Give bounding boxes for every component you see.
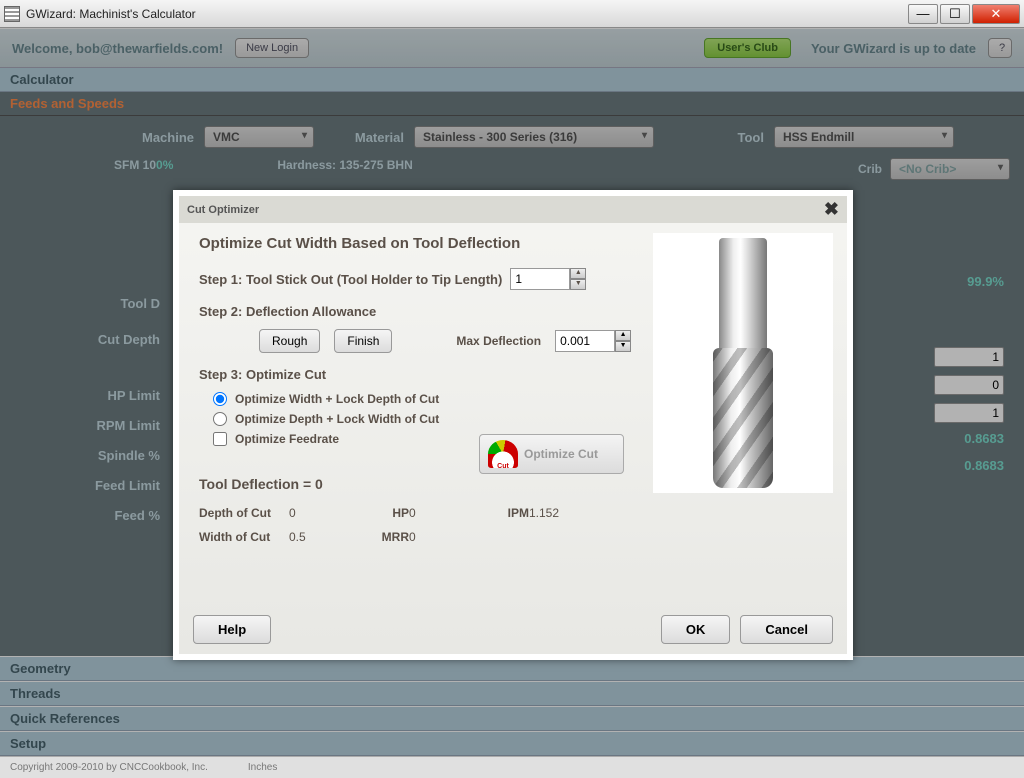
stickout-up[interactable]: ▲	[570, 268, 586, 279]
hp-limit-label: HP Limit	[20, 388, 160, 418]
cut-depth-label: Cut Depth	[20, 332, 160, 388]
crib-label: Crib	[858, 162, 882, 176]
footer: Copyright 2009-2010 by CNCCookbook, Inc.…	[0, 756, 1024, 778]
rpm-limit-input[interactable]	[934, 375, 1004, 395]
app-icon	[4, 6, 20, 22]
dialog-ok-button[interactable]: OK	[661, 615, 731, 644]
new-login-button[interactable]: New Login	[235, 38, 309, 58]
dialog-titlebar: Cut Optimizer ✖	[179, 196, 847, 223]
feed-limit-val: 0.8683	[884, 431, 1004, 446]
help-button[interactable]: ?	[988, 38, 1012, 58]
radio-optimize-width[interactable]	[213, 392, 227, 406]
mrr-label: MRR	[349, 530, 409, 544]
ipm-label: IPM	[469, 506, 529, 520]
material-label: Material	[324, 130, 404, 145]
spindle-input[interactable]	[934, 403, 1004, 423]
bottom-sections: Geometry Threads Quick References Setup	[0, 656, 1024, 756]
optimize-cut-button[interactable]: Optimize Cut	[479, 434, 624, 474]
tool-image	[653, 233, 833, 493]
right-values: 99.9% 0.8683 0.8683	[884, 246, 1004, 485]
hardness-text: Hardness: 135-275 BHN	[277, 158, 412, 180]
welcome-text: Welcome, bob@thewarfields.com!	[12, 41, 223, 56]
crib-combo[interactable]: <No Crib>	[890, 158, 1010, 180]
width-of-cut-value: 0.5	[289, 530, 349, 544]
max-deflection-input[interactable]	[555, 330, 615, 352]
step1-label: Step 1: Tool Stick Out (Tool Holder to T…	[199, 272, 502, 287]
radio-optimize-depth[interactable]	[213, 412, 227, 426]
maximize-button[interactable]: ☐	[940, 4, 970, 24]
spindle-label: Spindle %	[20, 448, 160, 478]
material-combo[interactable]: Stainless - 300 Series (316)	[414, 126, 654, 148]
dialog-cancel-button[interactable]: Cancel	[740, 615, 833, 644]
hp-value: 0	[409, 506, 469, 520]
dialog-help-button[interactable]: Help	[193, 615, 271, 644]
app-window: GWizard: Machinist's Calculator — ☐ ✕ We…	[0, 0, 1024, 778]
minimize-button[interactable]: —	[908, 4, 938, 24]
window-title: GWizard: Machinist's Calculator	[26, 7, 908, 21]
gauge-icon	[488, 440, 518, 468]
hp-label: HP	[349, 506, 409, 520]
feed-limit-label: Feed Limit	[20, 478, 160, 508]
results-grid: Depth of Cut 0 HP 0 IPM 1.152 Width of C…	[199, 506, 827, 544]
optimize-cut-button-label: Optimize Cut	[524, 447, 598, 461]
left-labels: Tool D Cut Depth HP Limit RPM Limit Spin…	[20, 296, 160, 538]
section-setup[interactable]: Setup	[0, 731, 1024, 756]
welcome-bar: Welcome, bob@thewarfields.com! New Login…	[0, 28, 1024, 68]
section-feeds-speeds[interactable]: Feeds and Speeds	[0, 92, 1024, 116]
depth-of-cut-label: Depth of Cut	[199, 506, 289, 520]
tool-label: Tool	[684, 130, 764, 145]
section-calculator[interactable]: Calculator	[0, 68, 1024, 92]
machine-combo[interactable]: VMC	[204, 126, 314, 148]
pct-999: 99.9%	[884, 274, 1004, 289]
section-quickref[interactable]: Quick References	[0, 706, 1024, 731]
update-status: Your GWizard is up to date	[811, 41, 976, 56]
feed-pct-val: 0.8683	[884, 458, 1004, 473]
ipm-value: 1.152	[529, 506, 589, 520]
cut-optimizer-dialog: Cut Optimizer ✖ Optimize Cut Width Based…	[173, 190, 853, 660]
tool-dia-label: Tool D	[20, 296, 160, 332]
mrr-value: 0	[409, 530, 469, 544]
units: Inches	[248, 762, 277, 773]
feed-pct-label: Feed %	[20, 508, 160, 538]
stickout-input[interactable]	[510, 268, 570, 290]
finish-button[interactable]: Finish	[334, 329, 392, 353]
copyright: Copyright 2009-2010 by CNCCookbook, Inc.	[10, 762, 208, 773]
machine-label: Machine	[114, 130, 194, 145]
users-club-button[interactable]: User's Club	[704, 38, 791, 58]
checkbox-optimize-feedrate-label: Optimize Feedrate	[235, 432, 339, 446]
hp-limit-input[interactable]	[934, 347, 1004, 367]
radio-optimize-width-label: Optimize Width + Lock Depth of Cut	[235, 392, 439, 406]
deflect-down[interactable]: ▼	[615, 341, 631, 352]
width-of-cut-label: Width of Cut	[199, 530, 289, 544]
stickout-down[interactable]: ▼	[570, 279, 586, 290]
deflect-up[interactable]: ▲	[615, 330, 631, 341]
radio-optimize-depth-label: Optimize Depth + Lock Width of Cut	[235, 412, 439, 426]
close-button[interactable]: ✕	[972, 4, 1020, 24]
section-threads[interactable]: Threads	[0, 681, 1024, 706]
sfm-text: SFM 100%	[114, 158, 173, 180]
max-deflection-label: Max Deflection	[456, 334, 541, 348]
dialog-title: Cut Optimizer	[187, 204, 259, 216]
dialog-close-icon[interactable]: ✖	[824, 199, 839, 220]
endmill-icon	[719, 238, 767, 488]
tool-combo[interactable]: HSS Endmill	[774, 126, 954, 148]
checkbox-optimize-feedrate[interactable]	[213, 432, 227, 446]
rough-button[interactable]: Rough	[259, 329, 320, 353]
depth-of-cut-value: 0	[289, 506, 349, 520]
titlebar: GWizard: Machinist's Calculator — ☐ ✕	[0, 0, 1024, 28]
rpm-limit-label: RPM Limit	[20, 418, 160, 448]
